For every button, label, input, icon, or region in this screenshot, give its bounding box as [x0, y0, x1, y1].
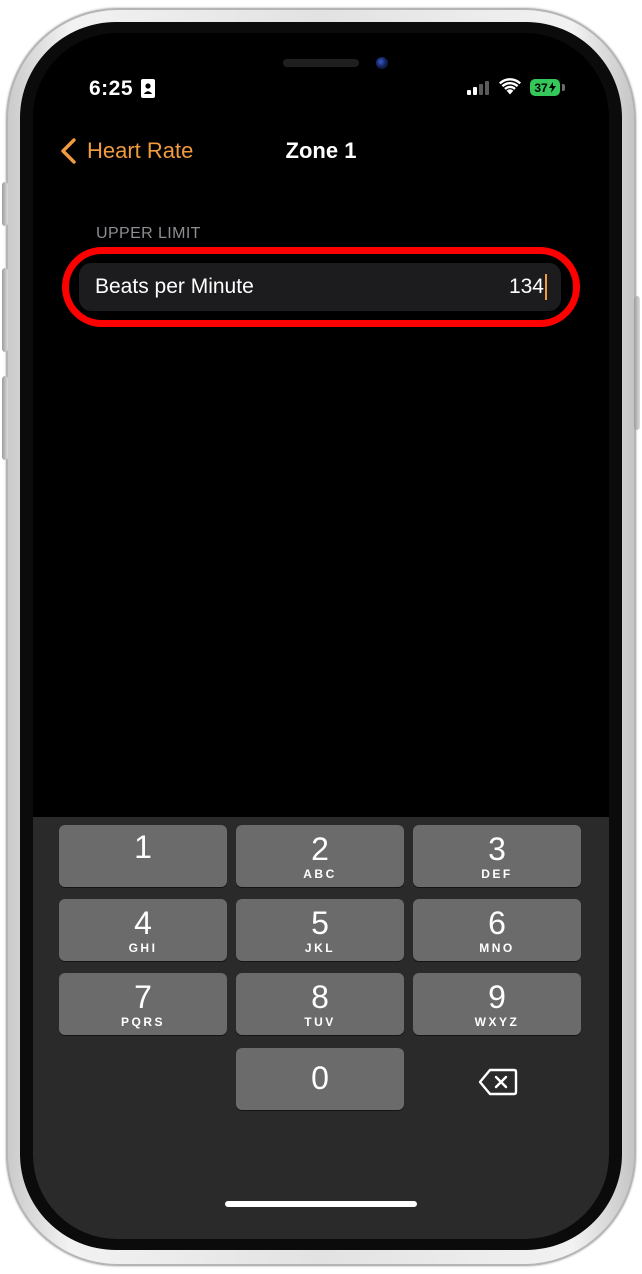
page-title: Zone 1	[285, 138, 357, 163]
key-letters: ABC	[303, 867, 337, 881]
key-digit: 4	[134, 905, 152, 941]
key-2[interactable]: 2 ABC	[236, 825, 404, 887]
key-digit: 5	[311, 905, 329, 941]
battery-charging-icon: 37	[530, 79, 560, 96]
silent-switch	[2, 182, 8, 226]
key-letters: TUV	[304, 1015, 336, 1029]
status-time: 6:25	[89, 77, 134, 100]
power-button	[634, 296, 640, 430]
volume-down-button	[2, 376, 8, 460]
key-letters: DEF	[481, 867, 513, 881]
key-digit: 8	[311, 979, 329, 1015]
key-7[interactable]: 7 PQRS	[59, 973, 227, 1035]
key-3[interactable]: 3 DEF	[413, 825, 581, 887]
section-header: UPPER LIMIT	[96, 225, 201, 242]
key-5[interactable]: 5 JKL	[236, 899, 404, 961]
key-8[interactable]: 8 TUV	[236, 973, 404, 1035]
navigation-bar: Heart Rate Zone 1	[33, 129, 609, 173]
key-1[interactable]: 1	[59, 825, 227, 887]
numeric-keypad: 1 2 ABC 3 DEF 4 GHI 5 JKL 6 MNO 7 PQRS 8	[33, 817, 609, 1239]
key-letters: WXYZ	[474, 1015, 520, 1029]
status-bar: 6:25 37	[33, 33, 609, 133]
key-digit: 2	[311, 831, 329, 867]
key-digit: 3	[488, 831, 506, 867]
battery-level: 37	[534, 80, 548, 95]
highlight-annotation	[62, 247, 580, 327]
key-digit: 1	[134, 829, 152, 865]
volume-up-button	[2, 268, 8, 352]
key-digit: 0	[311, 1060, 329, 1096]
cellular-signal-icon	[467, 81, 489, 95]
wifi-icon	[499, 78, 521, 95]
screen: 6:25 37 Heart Rate Zone 1 UPPER LIMIT Be…	[33, 33, 609, 1239]
key-letters: MNO	[479, 941, 515, 955]
key-letters: JKL	[304, 941, 336, 955]
key-6[interactable]: 6 MNO	[413, 899, 581, 961]
backspace-icon[interactable]	[478, 1068, 518, 1096]
key-4[interactable]: 4 GHI	[59, 899, 227, 961]
charging-bolt-icon	[548, 82, 556, 93]
battery-tip	[562, 84, 565, 91]
key-digit: 7	[134, 979, 152, 1015]
key-9[interactable]: 9 WXYZ	[413, 973, 581, 1035]
key-letters: GHI	[128, 941, 158, 955]
home-indicator[interactable]	[225, 1201, 417, 1207]
key-letters: PQRS	[120, 1015, 165, 1029]
key-digit: 9	[488, 979, 506, 1015]
key-digit: 6	[488, 905, 506, 941]
key-0[interactable]: 0	[236, 1048, 404, 1110]
id-card-icon	[141, 79, 155, 98]
